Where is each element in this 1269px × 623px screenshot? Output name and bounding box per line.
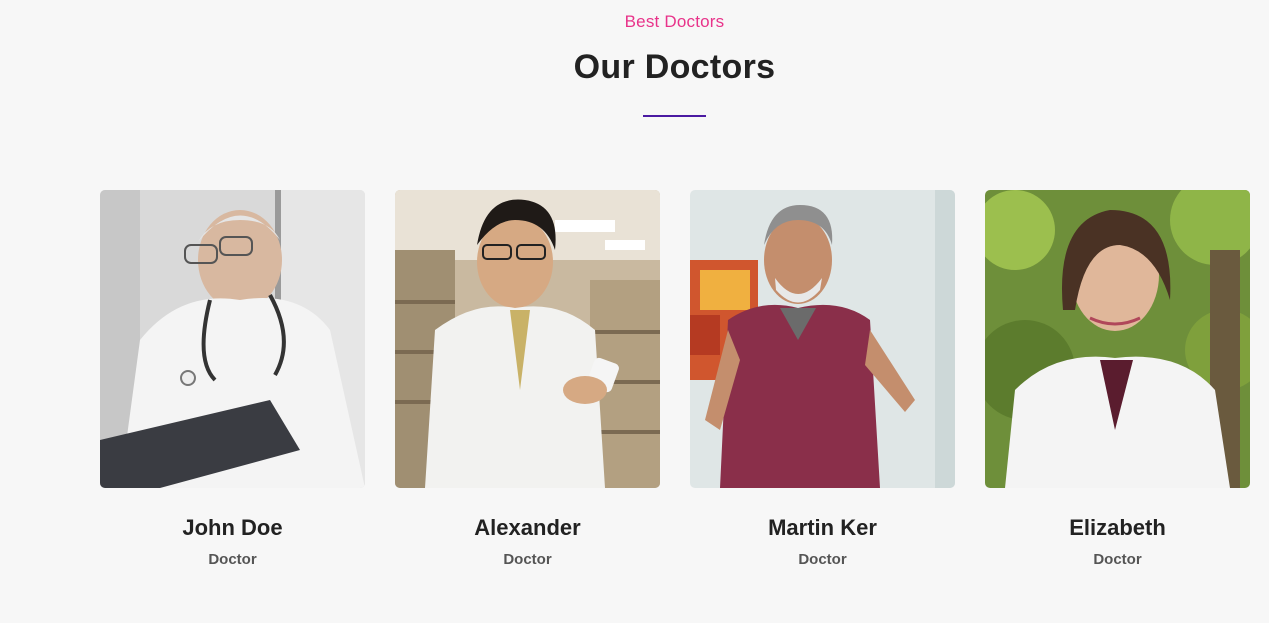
doctor-cards: John Doe Doctor Alexander Doctor Martin … bbox=[100, 190, 1250, 568]
doctors-section: Best Doctors Our Doctors John Doe Doctor… bbox=[0, 0, 1269, 623]
doctor-name: Elizabeth bbox=[1069, 515, 1166, 540]
doctor-role: Doctor bbox=[798, 551, 847, 568]
doctor-photo-image bbox=[395, 190, 660, 488]
doctor-photo[interactable] bbox=[395, 190, 660, 488]
doctor-card[interactable]: Martin Ker Doctor bbox=[690, 190, 955, 568]
doctor-photo[interactable] bbox=[100, 190, 365, 488]
doctor-card[interactable]: Alexander Doctor bbox=[395, 190, 660, 568]
doctor-photo[interactable] bbox=[690, 190, 955, 488]
doctor-role: Doctor bbox=[208, 551, 257, 568]
title-divider bbox=[643, 115, 706, 117]
doctor-photo-image bbox=[985, 190, 1250, 488]
doctor-photo-image bbox=[690, 190, 955, 488]
doctor-role: Doctor bbox=[1093, 551, 1142, 568]
section-title: Our Doctors bbox=[573, 48, 776, 86]
doctor-photo[interactable] bbox=[985, 190, 1250, 488]
doctor-photo-image bbox=[100, 190, 365, 488]
doctor-card[interactable]: Elizabeth Doctor bbox=[985, 190, 1250, 568]
section-eyebrow: Best Doctors bbox=[624, 12, 725, 31]
doctor-name: Alexander bbox=[474, 515, 581, 540]
doctor-name: John Doe bbox=[182, 515, 283, 540]
doctor-name: Martin Ker bbox=[768, 515, 877, 540]
doctor-card[interactable]: John Doe Doctor bbox=[100, 190, 365, 568]
doctor-role: Doctor bbox=[503, 551, 552, 568]
